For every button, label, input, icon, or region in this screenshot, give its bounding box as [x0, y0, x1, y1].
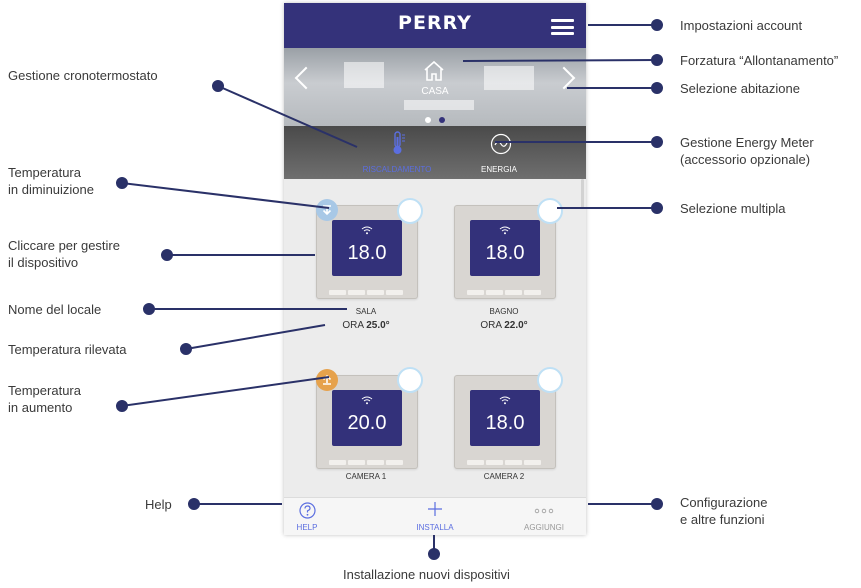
home-away-icon[interactable]: [422, 59, 446, 83]
room-name-bagno: BAGNO: [489, 307, 519, 316]
multi-select-toggle-bagno[interactable]: [537, 198, 563, 224]
more-options-label: AGGIUNGI: [523, 523, 564, 532]
set-temperature: 18.0: [347, 242, 387, 264]
thermostat-display: 18.0: [470, 390, 540, 446]
thermostat-buttons: [467, 452, 543, 465]
home-banner: CASA: [284, 48, 586, 126]
temperature-down-icon: [316, 199, 338, 221]
label-temp-down: Temperatura in diminuizione: [8, 165, 94, 197]
thermostat-display: 18.0: [332, 220, 402, 276]
temperature-up-icon: [316, 369, 338, 391]
wifi-icon: [499, 226, 511, 235]
help-label: HELP: [296, 523, 318, 532]
perry-logo: PERRY: [398, 12, 472, 34]
thermostat-buttons: [329, 282, 405, 295]
pager-dot-active[interactable]: [425, 117, 431, 123]
home-pager: [284, 110, 586, 126]
label-energy-meter: Gestione Energy Meter (accessorio opzion…: [680, 135, 814, 167]
label-account: Impostazioni account: [680, 18, 803, 33]
label-away: Forzatura “Allontanamento”: [680, 53, 839, 68]
home-name: CASA: [421, 86, 449, 97]
label-home-select: Selezione abitazione: [680, 81, 800, 96]
energy-mode-button[interactable]: ENERGIA: [439, 126, 559, 179]
label-cronotermostato: Gestione cronotermostato: [8, 68, 158, 83]
scrollbar[interactable]: [581, 179, 584, 209]
hamburger-menu-icon[interactable]: [551, 19, 574, 35]
label-config: Configurazione e altre funzioni: [680, 495, 768, 527]
help-button[interactable]: HELP: [290, 498, 324, 535]
energy-mode-label: ENERGIA: [480, 165, 517, 174]
multi-select-toggle-camera-2[interactable]: [537, 367, 563, 393]
pager-dot[interactable]: [439, 117, 445, 123]
top-bar: PERRY: [284, 3, 586, 48]
more-dots-icon: [534, 508, 554, 514]
multi-select-toggle-sala[interactable]: [397, 198, 423, 224]
set-temperature: 18.0: [485, 412, 525, 434]
thermometer-icon: [393, 131, 405, 154]
detected-temperature-bagno: ORA 22.0°: [480, 320, 528, 331]
thermostat-buttons: [329, 452, 405, 465]
label-temp-up: Temperatura in aumento: [8, 383, 81, 415]
energy-meter-icon: [490, 133, 512, 155]
thermostat-display: 18.0: [470, 220, 540, 276]
room-name-camera-2: CAMERA 2: [483, 472, 525, 481]
label-room-name: Nome del locale: [8, 302, 102, 317]
thermostat-buttons: [467, 282, 543, 295]
more-options-button[interactable]: AGGIUNGI: [514, 498, 574, 535]
install-button[interactable]: INSTALLA: [395, 498, 475, 535]
wifi-icon: [361, 396, 373, 405]
app-screen: PERRY CASA RISCALDAMENTO ENERGIA 18.0 SA…: [284, 3, 586, 535]
room-name-camera-1: CAMERA 1: [345, 472, 387, 481]
multi-select-toggle-camera-1[interactable]: [397, 367, 423, 393]
label-multi-select: Selezione multipla: [680, 201, 786, 216]
bottom-toolbar: HELP INSTALLA AGGIUNGI: [284, 497, 586, 535]
detected-temperature-sala: ORA 25.0°: [342, 320, 390, 331]
label-install: Installazione nuovi dispositivi: [343, 567, 510, 582]
label-help: Help: [145, 497, 172, 512]
install-label: INSTALLA: [416, 523, 454, 532]
label-detected-temp: Temperatura rilevata: [8, 342, 127, 357]
room-name-sala: SALA: [355, 307, 377, 316]
set-temperature: 20.0: [347, 412, 387, 434]
set-temperature: 18.0: [485, 242, 525, 264]
thermostat-display: 20.0: [332, 390, 402, 446]
label-click-manage: Cliccare per gestire il dispositivo: [8, 238, 120, 270]
wifi-icon: [361, 226, 373, 235]
mode-bar: RISCALDAMENTO ENERGIA: [284, 126, 586, 179]
wifi-icon: [499, 396, 511, 405]
plus-icon: [428, 502, 442, 516]
help-icon: [299, 502, 316, 519]
